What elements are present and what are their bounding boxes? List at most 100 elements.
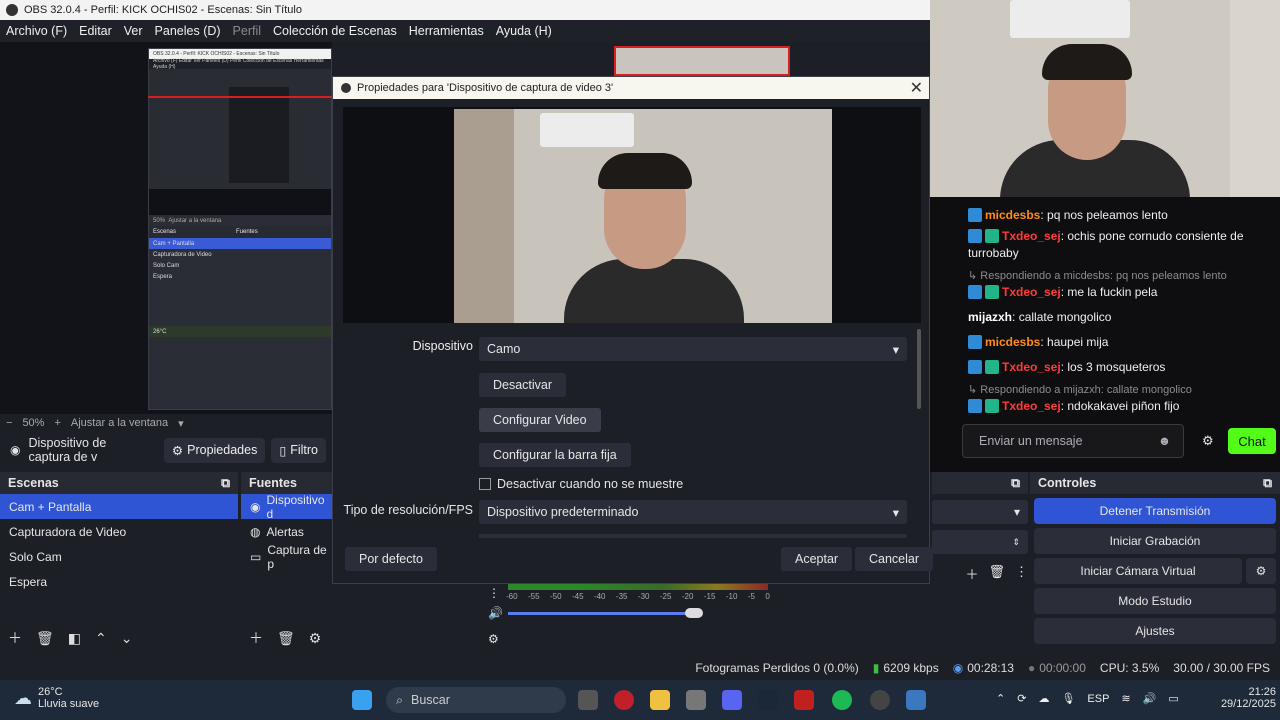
verified-badge-icon bbox=[968, 285, 982, 299]
add-icon[interactable]: ＋ bbox=[249, 628, 263, 648]
configure-video-button[interactable]: Configurar Video bbox=[479, 408, 601, 432]
add-icon[interactable]: ＋ bbox=[8, 628, 22, 648]
steam-icon[interactable] bbox=[758, 690, 778, 710]
chat-username[interactable]: Txdeo_sej bbox=[1002, 360, 1061, 374]
menu-ver[interactable]: Ver bbox=[118, 24, 149, 38]
chat-username[interactable]: Txdeo_sej bbox=[1002, 399, 1061, 413]
filter-icon[interactable]: ◧ bbox=[68, 630, 81, 647]
source-item[interactable]: ▭ Captura de p bbox=[241, 543, 333, 571]
chat-send-button[interactable]: Chat bbox=[1228, 428, 1276, 454]
cloud-icon[interactable]: ☁ bbox=[1038, 692, 1049, 705]
deactivate-hidden-checkbox[interactable] bbox=[479, 478, 491, 490]
studio-mode-button[interactable]: Modo Estudio bbox=[1034, 588, 1276, 614]
dialog-scrollbar[interactable] bbox=[917, 329, 921, 409]
start-recording-button[interactable]: Iniciar Grabación bbox=[1034, 528, 1276, 554]
chat-username[interactable]: Txdeo_sej bbox=[1002, 229, 1061, 243]
close-icon[interactable]: ✕ bbox=[910, 78, 923, 98]
gear-icon[interactable]: ⚙ bbox=[1202, 433, 1214, 449]
undock-icon[interactable]: ⧉ bbox=[221, 476, 230, 491]
stop-stream-button[interactable]: Detener Transmisión bbox=[1034, 498, 1276, 524]
opera-icon[interactable] bbox=[614, 690, 634, 710]
trash-icon[interactable]: 🗑 bbox=[277, 630, 295, 647]
obs-taskbar-icon[interactable] bbox=[870, 690, 890, 710]
transition-select[interactable]: ▾ bbox=[932, 500, 1028, 524]
meter-tick: -55 bbox=[527, 592, 540, 601]
menu-archivo[interactable]: Archivo (F) bbox=[0, 24, 73, 38]
taskbar-clock[interactable]: 21:26 29/12/2025 bbox=[1210, 686, 1276, 710]
folder-icon[interactable] bbox=[650, 690, 670, 710]
menu-herramientas[interactable]: Herramientas bbox=[403, 24, 490, 38]
zoom-out-button[interactable]: − bbox=[6, 417, 12, 429]
chat-input[interactable]: Enviar un mensaje ☻ bbox=[962, 424, 1184, 458]
down-arrow-icon[interactable]: ⌄ bbox=[121, 630, 133, 647]
windows-start-icon[interactable] bbox=[352, 690, 372, 710]
chevron-down-icon[interactable]: ▾ bbox=[178, 417, 184, 430]
taskbar-search[interactable]: ⌕ Buscar bbox=[386, 687, 566, 713]
start-virtual-cam-button[interactable]: Iniciar Cámara Virtual bbox=[1034, 558, 1242, 584]
task-view-icon[interactable] bbox=[578, 690, 598, 710]
undock-icon[interactable]: ⧉ bbox=[1263, 476, 1272, 491]
scene-item[interactable]: Capturadora de Video bbox=[0, 519, 238, 544]
zoom-in-button[interactable]: + bbox=[54, 417, 60, 429]
up-arrow-icon[interactable]: ⌃ bbox=[95, 630, 107, 647]
microphone-icon[interactable]: 🎙 bbox=[1061, 692, 1075, 705]
gear-icon[interactable]: ⚙ bbox=[1246, 558, 1276, 584]
menu-coleccion[interactable]: Colección de Escenas bbox=[267, 24, 403, 38]
chat-message: Txdeo_sej: ochis pone cornudo consiente … bbox=[968, 229, 1244, 260]
chat-username[interactable]: Txdeo_sej bbox=[1002, 285, 1061, 299]
properties-button[interactable]: ⚙ Propiedades bbox=[163, 437, 266, 463]
settings-button[interactable]: Ajustes bbox=[1034, 618, 1276, 644]
sync-icon[interactable]: ⟳ bbox=[1017, 692, 1026, 705]
speaker-icon[interactable]: 🔊 bbox=[488, 606, 503, 620]
more-icon[interactable]: ⋮ bbox=[1015, 564, 1028, 583]
scenes-list: Cam + Pantalla Capturadora de Video Solo… bbox=[0, 494, 238, 626]
gear-icon[interactable]: ⚙ bbox=[309, 630, 322, 647]
emoji-icon[interactable]: ☻ bbox=[1158, 434, 1171, 448]
spotify-icon[interactable] bbox=[832, 690, 852, 710]
menu-paneles[interactable]: Paneles (D) bbox=[149, 24, 227, 38]
weather-widget[interactable]: ☁ 26°C Lluvia suave bbox=[14, 686, 99, 710]
battery-icon[interactable]: ▭ bbox=[1168, 692, 1178, 705]
chat-username[interactable]: micdesbs bbox=[985, 208, 1040, 222]
volume-icon[interactable]: 🔊 bbox=[1143, 692, 1157, 705]
chevron-up-icon[interactable]: ⌃ bbox=[996, 692, 1005, 705]
add-icon[interactable]: ＋ bbox=[965, 564, 978, 583]
defaults-button[interactable]: Por defecto bbox=[345, 547, 437, 571]
calculator-icon[interactable] bbox=[906, 690, 926, 710]
gear-icon[interactable]: ⚙ bbox=[488, 632, 499, 646]
fit-to-window[interactable]: Ajustar a la ventana bbox=[71, 417, 168, 429]
cancel-button[interactable]: Cancelar bbox=[855, 547, 934, 571]
chat-username[interactable]: micdesbs bbox=[985, 335, 1040, 349]
scene-item[interactable]: Espera bbox=[0, 569, 238, 594]
wifi-icon[interactable]: ≋ bbox=[1121, 692, 1130, 705]
menu-ayuda[interactable]: Ayuda (H) bbox=[490, 24, 558, 38]
menu-perfil[interactable]: Perfil bbox=[227, 24, 267, 38]
discord-icon[interactable] bbox=[722, 690, 742, 710]
wall-shadow bbox=[454, 109, 514, 323]
meter-tick: -20 bbox=[681, 592, 694, 601]
language-indicator[interactable]: ESP bbox=[1087, 693, 1109, 705]
deactivate-button[interactable]: Desactivar bbox=[479, 373, 567, 397]
trash-icon[interactable]: 🗑 bbox=[988, 564, 1005, 583]
filters-button[interactable]: ▯ Filtro bbox=[271, 437, 326, 463]
configure-crossbar-button[interactable]: Configurar la barra fija bbox=[479, 443, 631, 467]
trash-icon[interactable]: 🗑 bbox=[36, 630, 54, 647]
volume-slider-handle[interactable] bbox=[685, 608, 703, 618]
menu-editar[interactable]: Editar bbox=[73, 24, 118, 38]
chat-message: Txdeo_sej: me la fuckin pela bbox=[968, 284, 1268, 301]
device-select[interactable]: Camo ▾ bbox=[479, 337, 907, 361]
more-icon[interactable]: ⋮ bbox=[488, 586, 500, 600]
scene-item[interactable]: Solo Cam bbox=[0, 544, 238, 569]
volume-slider[interactable] bbox=[508, 612, 698, 615]
game-launcher-icon[interactable] bbox=[794, 690, 814, 710]
chat-username[interactable]: mijazxh bbox=[968, 310, 1012, 324]
scene-item[interactable]: Cam + Pantalla bbox=[0, 494, 238, 519]
source-item[interactable]: ◍ Alertas bbox=[241, 519, 333, 544]
snipping-tool-icon[interactable] bbox=[686, 690, 706, 710]
undock-icon[interactable]: ⧉ bbox=[1011, 476, 1020, 491]
source-item[interactable]: ◉ Dispositivo d bbox=[241, 493, 333, 521]
duration-spinbox[interactable]: ⇕ bbox=[932, 530, 1028, 554]
accept-button[interactable]: Aceptar bbox=[781, 547, 853, 571]
resolution-select[interactable]: Dispositivo predeterminado ▾ bbox=[479, 500, 907, 524]
chat-message: Txdeo_sej: los 3 mosqueteros bbox=[968, 359, 1268, 376]
